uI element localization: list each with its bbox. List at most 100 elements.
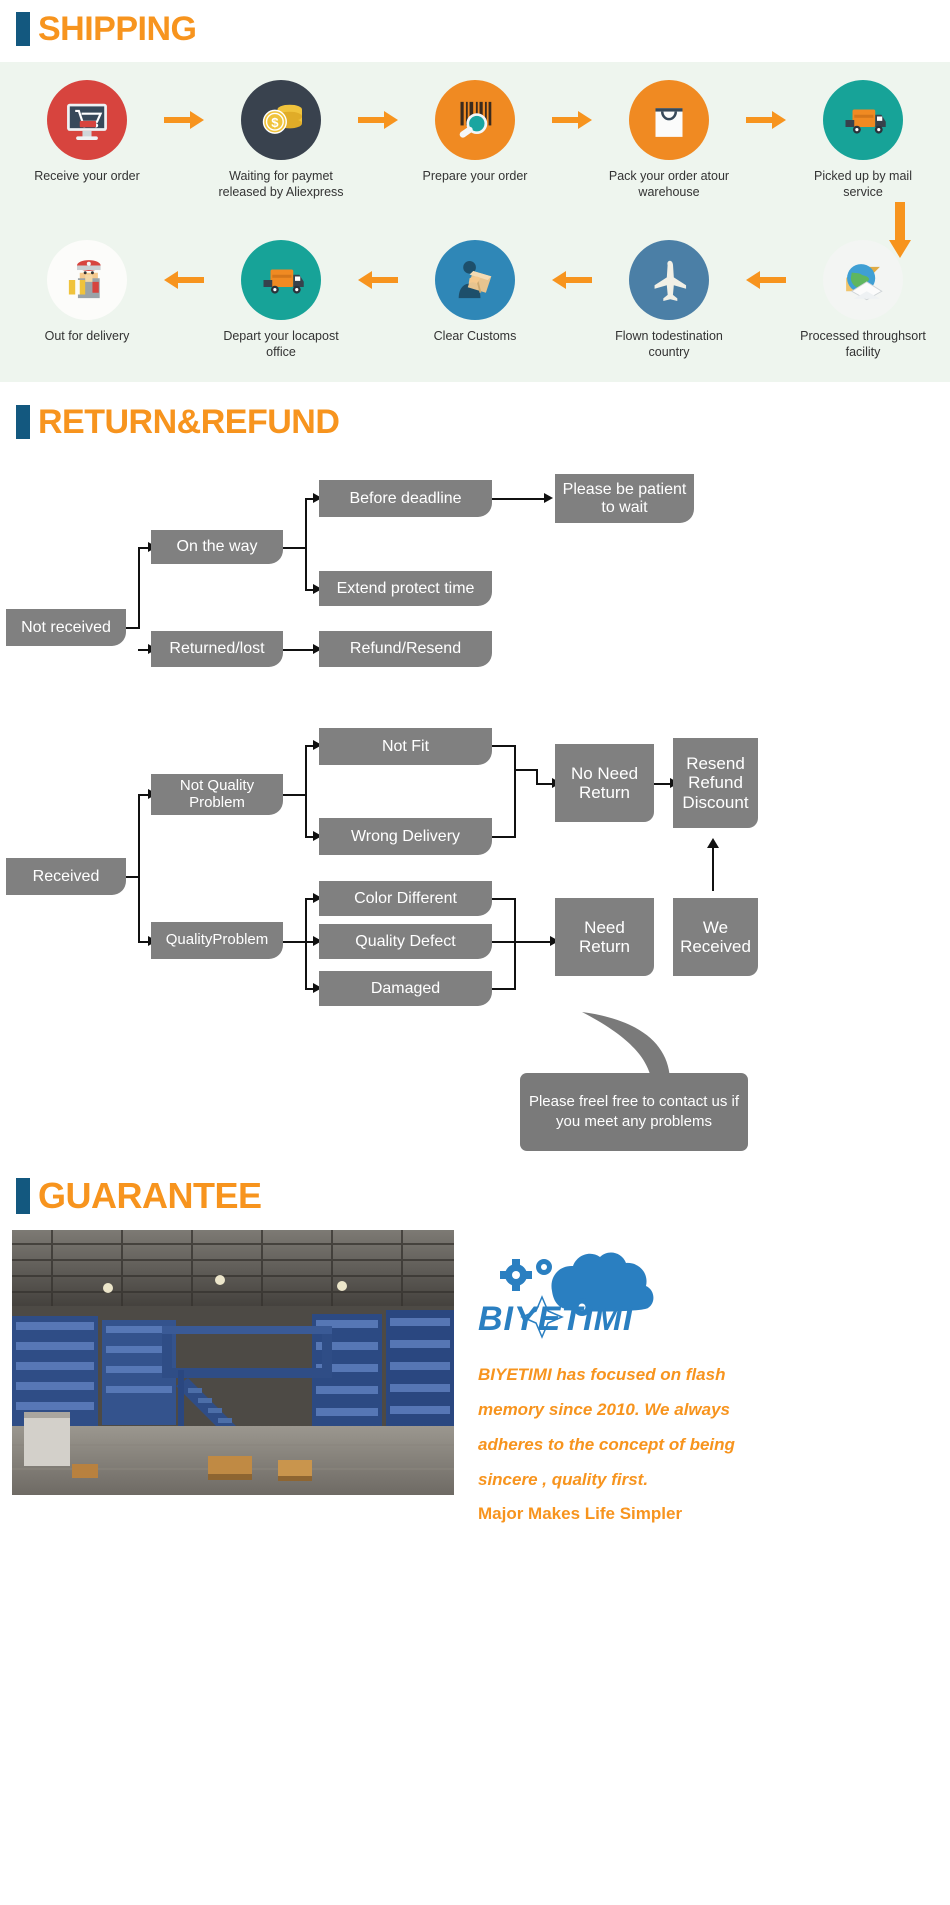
flow-box-wrong-delivery[interactable]: Wrong Delivery (319, 818, 492, 855)
shipping-step-label: Picked up by mail service (814, 169, 912, 199)
delivery-truck-icon (823, 80, 903, 160)
bubble-text: Please freel free to contact us if you m… (520, 1073, 748, 1151)
connector (283, 649, 315, 651)
arrow-head (707, 838, 719, 848)
flow-box-quality-problem[interactable]: QualityProblem (151, 922, 283, 959)
brand-slogan: Major Makes Life Simpler (478, 1504, 683, 1524)
connector (514, 941, 552, 943)
flow-box-quality-defect[interactable]: Quality Defect (319, 924, 492, 959)
connector (712, 845, 714, 891)
arrow-head (544, 493, 553, 503)
shipping-step-picked-up: Picked up by mail service (794, 80, 932, 200)
svg-text:$: $ (271, 115, 279, 130)
flow-box-no-need-return[interactable]: No Need Return (555, 744, 654, 822)
heading-accent-bar (16, 405, 30, 439)
guarantee-section-heading: GUARANTEE (16, 1178, 262, 1214)
return-refund-section-heading: RETURN&REFUND (16, 403, 340, 441)
guarantee-text-block: BIYETIMI has focused on flash memory sin… (478, 1358, 938, 1532)
shipping-step-label: Pack your order atour warehouse (608, 169, 730, 199)
flow-box-color-different[interactable]: Color Different (319, 881, 492, 916)
shipping-step-out-for-delivery: Out for delivery (18, 240, 156, 345)
shipping-step-pack-order: Pack your order atour warehouse (600, 80, 738, 200)
connector (492, 941, 516, 943)
product-description-page: SHIPPING Receive your order $ Waiting fo… (0, 0, 950, 1905)
flow-box-not-received[interactable]: Not received (6, 609, 126, 646)
barcode-scanner-icon (435, 80, 515, 160)
shopping-bag-icon (629, 80, 709, 160)
monitor-cart-icon (47, 80, 127, 160)
guarantee-title: GUARANTEE (38, 1175, 262, 1216)
flow-box-not-quality-problem[interactable]: Not Quality Problem (151, 774, 283, 815)
arrow-right-icon (745, 80, 787, 160)
flow-box-returned-lost[interactable]: Returned/lost (151, 631, 283, 667)
shipping-section-heading: SHIPPING (16, 10, 197, 48)
shipping-step-label: Flown todestination country (615, 329, 723, 359)
flow-box-received[interactable]: Received (6, 858, 126, 895)
connector (283, 547, 307, 549)
coins-dollar-icon: $ (241, 80, 321, 160)
postman-icon (47, 240, 127, 320)
flow-box-extend-protect-time[interactable]: Extend protect time (319, 571, 492, 606)
shipping-step-label: Receive your order (34, 169, 140, 183)
customs-officer-icon (435, 240, 515, 320)
shipping-step-receive-order: Receive your order (18, 80, 156, 185)
brand-wordmark: BIYETIMI (478, 1300, 634, 1338)
connector (305, 745, 307, 837)
guarantee-line: adheres to the concept of being (478, 1434, 735, 1454)
flow-box-damaged[interactable]: Damaged (319, 971, 492, 1006)
shipping-flow-panel: Receive your order $ Waiting for paymet … (0, 62, 950, 382)
connector (514, 745, 516, 838)
airplane-icon (629, 240, 709, 320)
delivery-truck-icon (241, 240, 321, 320)
shipping-row-1: Receive your order $ Waiting for paymet … (0, 80, 950, 200)
shipping-step-prepare-order: Prepare your order (406, 80, 544, 185)
shipping-step-depart-local-post: Depart your locapost office (212, 240, 350, 360)
flow-box-need-return[interactable]: Need Return (555, 898, 654, 976)
shipping-step-waiting-payment: $ Waiting for paymet released by Aliexpr… (212, 80, 350, 200)
connector (492, 836, 516, 838)
flow-box-on-the-way[interactable]: On the way (151, 530, 283, 564)
arrow-right-icon (551, 80, 593, 160)
arrow-left-icon (745, 240, 787, 320)
connector (492, 498, 544, 500)
connector (305, 898, 307, 990)
shipping-row-2: Out for delivery Depart your locapost of… (0, 240, 950, 360)
guarantee-line: BIYETIMI has focused on flash (478, 1365, 726, 1384)
connector (138, 548, 140, 629)
connector (283, 794, 307, 796)
flow-box-we-received[interactable]: We Received (673, 898, 758, 976)
shipping-step-label: Waiting for paymet released by Aliexpres… (218, 169, 344, 199)
shipping-step-label: Processed throughsort facility (800, 329, 926, 359)
connector (514, 898, 516, 990)
heading-accent-bar (16, 12, 30, 46)
warehouse-photo (12, 1230, 454, 1495)
shipping-title: SHIPPING (38, 10, 197, 48)
shipping-step-label: Clear Customs (433, 329, 517, 343)
globe-mail-icon (823, 240, 903, 320)
arrow-right-icon (163, 80, 205, 160)
guarantee-line: memory since 2010. We always (478, 1399, 731, 1419)
connector (305, 498, 307, 590)
shipping-step-flown-to-destination: Flown todestination country (600, 240, 738, 360)
shipping-step-processed-sort-facility: Processed throughsort facility (794, 240, 932, 360)
connector (492, 745, 516, 747)
connector (492, 988, 516, 990)
flow-box-resend-refund-discount[interactable]: Resend Refund Discount (673, 738, 758, 828)
shipping-step-label: Depart your locapost office (223, 329, 339, 359)
connector (283, 941, 307, 943)
arrow-left-icon (357, 240, 399, 320)
connector (514, 769, 538, 771)
arrow-left-icon (163, 240, 205, 320)
flow-box-refund-resend[interactable]: Refund/Resend (319, 631, 492, 667)
connector (138, 795, 140, 943)
flow-box-before-deadline[interactable]: Before deadline (319, 480, 492, 517)
guarantee-line: sincere , quality first. (478, 1469, 649, 1489)
shipping-step-label: Out for delivery (44, 329, 130, 343)
flow-box-please-be-patient[interactable]: Please be patient to wait (555, 474, 694, 523)
return-refund-title: RETURN&REFUND (38, 403, 340, 441)
heading-accent-bar (16, 1178, 30, 1214)
arrow-left-icon (551, 240, 593, 320)
shipping-step-clear-customs: Clear Customs (406, 240, 544, 345)
shipping-step-label: Prepare your order (422, 169, 528, 183)
flow-box-not-fit[interactable]: Not Fit (319, 728, 492, 765)
